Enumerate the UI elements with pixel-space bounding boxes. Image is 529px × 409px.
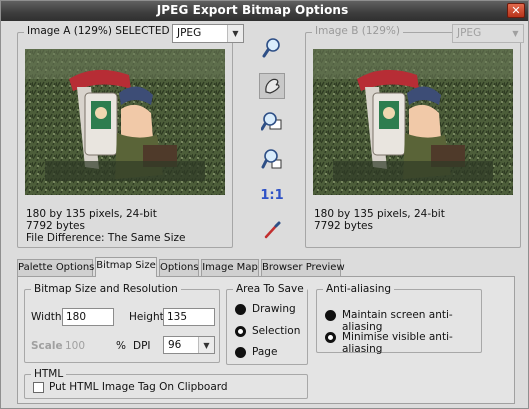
chevron-down-icon: ▼	[198, 337, 214, 353]
tab-bitmap-size[interactable]: Bitmap Size	[95, 257, 157, 277]
image-b-legend: Image B (129%)	[312, 25, 403, 37]
photo-child-on-ride	[25, 49, 225, 195]
scale-label: Scale	[31, 340, 63, 352]
dpi-label: DPI	[133, 340, 151, 352]
dpi-value: 96	[168, 339, 182, 351]
title-bar[interactable]: JPEG Export Bitmap Options ✕	[1, 1, 528, 21]
tab-image-map[interactable]: Image Map	[201, 259, 259, 276]
chevron-down-icon: ▼	[507, 25, 523, 42]
image-a-bytes: 7792 bytes	[26, 220, 85, 232]
height-value: 135	[167, 311, 188, 323]
radio-page-label: Page	[252, 346, 278, 358]
area-to-save-legend: Area To Save	[233, 283, 307, 295]
image-b-info: 180 by 135 pixels, 24-bit 7792 bytes	[314, 208, 445, 232]
anti-aliasing-group: Anti-aliasing Maintain screen anti-alias…	[316, 283, 482, 355]
image-a-legend: Image A (129%) SELECTED	[24, 25, 173, 37]
colour-picker-tool[interactable]	[259, 217, 285, 243]
actual-size-icon: 1:1	[260, 187, 284, 203]
image-a-file-difference: File Difference: The Same Size	[26, 232, 186, 244]
bitmap-size-panel: Bitmap Size and Resolution Width 180 Hei…	[17, 276, 515, 404]
chevron-down-icon: ▼	[227, 25, 243, 42]
image-b-format-value: JPEG	[457, 27, 482, 39]
image-a-panel: Image A (129%) SELECTED JPEG ▼ 180 by 13…	[17, 24, 244, 248]
zoom-region-tool[interactable]	[259, 109, 285, 135]
radio-minimise-label: Minimise visible anti-aliasing	[342, 331, 453, 355]
radio-maintain-label: Maintain screen anti-aliasing	[342, 309, 453, 333]
image-b-format-select: JPEG ▼	[452, 24, 524, 43]
html-legend: HTML	[31, 368, 67, 380]
image-a-info: 180 by 135 pixels, 24-bit 7792 bytes Fil…	[26, 208, 185, 244]
image-b-preview[interactable]	[313, 49, 513, 195]
image-a-dimensions: 180 by 135 pixels, 24-bit	[26, 208, 157, 220]
image-a-preview[interactable]	[25, 49, 225, 195]
tab-browser-preview[interactable]: Browser Preview	[261, 259, 345, 276]
photo-child-on-ride	[313, 49, 513, 195]
tab-palette-options[interactable]: Palette Options	[17, 259, 94, 276]
actual-size-button[interactable]: 1:1	[259, 182, 285, 208]
image-a-format-value: JPEG	[177, 27, 202, 39]
width-label: Width	[31, 311, 62, 323]
anti-aliasing-legend: Anti-aliasing	[323, 283, 395, 295]
pan-hand-icon	[265, 78, 280, 94]
zoom-in-region-icon	[261, 112, 282, 131]
colour-picker-icon	[264, 221, 281, 239]
area-to-save-group: Area To Save Drawing Selection Page	[226, 283, 308, 365]
image-b-bytes: 7792 bytes	[314, 220, 373, 232]
pan-hand-tool[interactable]	[259, 73, 285, 99]
html-clipboard-checkbox[interactable]	[33, 382, 44, 393]
zoom-to-fit-icon	[261, 149, 282, 169]
radio-page[interactable]	[235, 347, 246, 358]
height-input[interactable]: 135	[163, 308, 215, 326]
radio-minimise-anti-aliasing[interactable]	[325, 332, 336, 343]
jpeg-export-dialog: JPEG Export Bitmap Options ✕ Image A (12…	[0, 0, 529, 409]
close-button[interactable]: ✕	[507, 3, 525, 18]
image-a-format-select[interactable]: JPEG ▼	[172, 24, 244, 43]
radio-selection[interactable]	[235, 326, 246, 337]
bitmap-size-group: Bitmap Size and Resolution Width 180 Hei…	[24, 283, 220, 363]
html-group: HTML Put HTML Image Tag On Clipboard	[24, 368, 308, 399]
scale-value: 100	[65, 340, 86, 352]
zoom-in-icon	[262, 38, 280, 58]
radio-maintain-anti-aliasing[interactable]	[325, 310, 336, 321]
bitmap-size-legend: Bitmap Size and Resolution	[31, 283, 181, 295]
zoom-in-tool[interactable]	[259, 35, 285, 61]
html-clipboard-label: Put HTML Image Tag On Clipboard	[49, 381, 228, 393]
dpi-select[interactable]: 96 ▼	[163, 336, 215, 354]
percent-sign: %	[116, 340, 126, 352]
radio-selection-label: Selection	[252, 325, 301, 337]
width-input[interactable]: 180	[62, 308, 114, 326]
image-b-panel: Image B (129%) JPEG ▼ 180 by 135 pixels,…	[305, 24, 524, 248]
dialog-title: JPEG Export Bitmap Options	[156, 3, 349, 17]
image-b-dimensions: 180 by 135 pixels, 24-bit	[314, 208, 445, 220]
height-label: Height	[129, 311, 164, 323]
radio-drawing[interactable]	[235, 304, 246, 315]
width-value: 180	[66, 311, 87, 323]
zoom-to-fit-tool[interactable]	[259, 146, 285, 172]
radio-drawing-label: Drawing	[252, 303, 296, 315]
tab-options[interactable]: Options	[159, 259, 199, 276]
